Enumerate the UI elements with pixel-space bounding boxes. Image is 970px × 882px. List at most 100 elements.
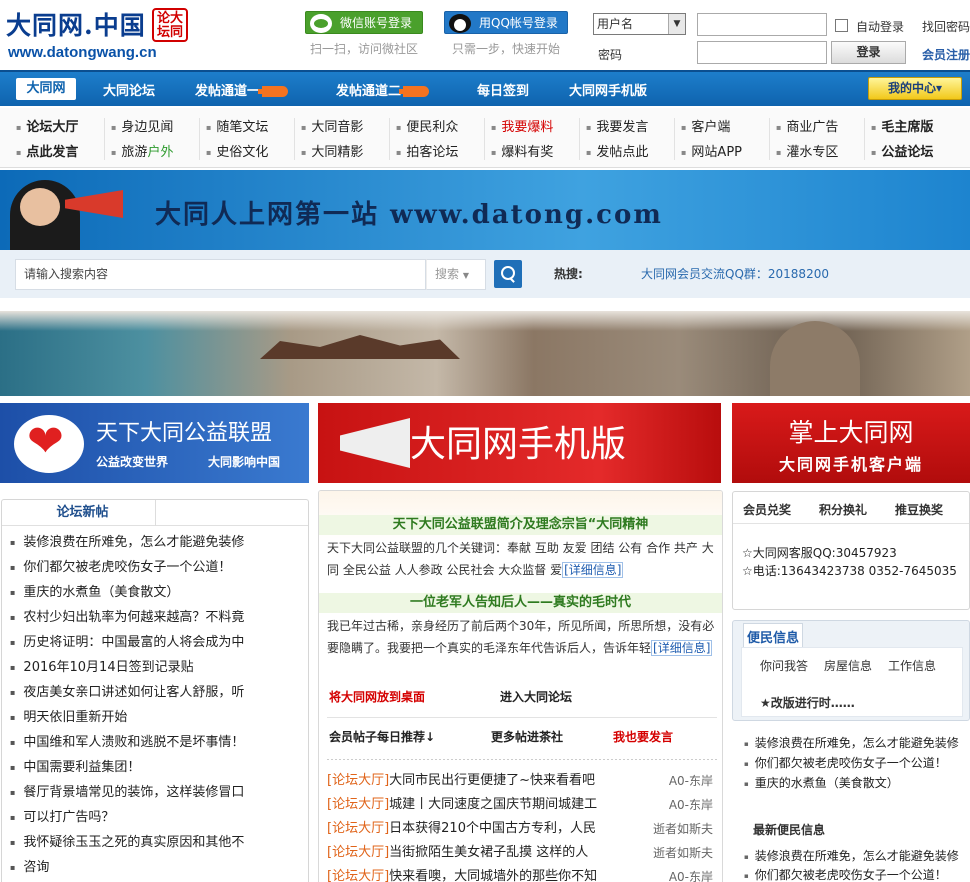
post-tag[interactable]: [论坛大厅] — [327, 773, 389, 788]
list-item[interactable]: 历史将证明：中国最富的人将会成为中 — [10, 630, 300, 655]
submenu-expose[interactable]: 我要爆料 — [491, 116, 553, 135]
nav-item-home[interactable]: 大同网 — [16, 78, 76, 100]
post-title[interactable]: 日本获得210个中国古方专利，人民 — [389, 821, 596, 836]
login-button[interactable]: 登录 — [831, 41, 906, 64]
tab-member-rewards[interactable]: 会员兑奖 — [743, 501, 791, 518]
link-qa[interactable]: 你问我答 — [760, 657, 808, 674]
login-type-select[interactable]: 用户名 ▼ — [593, 13, 686, 35]
tab-bean-exchange[interactable]: 推豆换奖 — [895, 501, 943, 518]
submenu-water[interactable]: 灌水专区 — [776, 141, 838, 160]
list-item[interactable]: 装修浪费在所难免，怎么才能避免装修 — [744, 734, 970, 751]
post-author[interactable]: 逝者如斯夫 — [653, 841, 713, 865]
list-item[interactable]: 重庆的水煮鱼（美食散文） — [10, 580, 300, 605]
post-author[interactable]: A0-东岸 — [669, 865, 713, 882]
submenu-photos[interactable]: 大同精影 — [301, 141, 363, 160]
tab-speak[interactable]: 我也要发言 — [613, 728, 673, 745]
nav-item-forum[interactable]: 大同论坛 — [103, 80, 155, 99]
nav-item-post-channel-2[interactable]: 发帖通道二 — [336, 80, 430, 99]
search-input[interactable]: 请输入搜索内容 — [15, 259, 426, 290]
table-row[interactable]: [论坛大厅]当街掀陌生美女裙子乱摸 这样的人 逝者如斯夫 — [327, 841, 717, 865]
submenu-news[interactable]: 身边见闻 — [111, 116, 173, 135]
list-item[interactable]: 2016年10月14日签到记录贴 — [10, 655, 300, 680]
register-link[interactable]: 会员注册 — [922, 46, 970, 63]
post-author[interactable]: A0-东岸 — [669, 793, 713, 817]
submenu-post-here[interactable]: 点此发言 — [16, 141, 78, 160]
intro-heading-2[interactable]: 一位老军人告知后人——真实的毛时代 — [319, 593, 722, 613]
mobile-client-tile[interactable]: 掌上大同网 大同网手机客户端 — [732, 403, 970, 483]
link-housing[interactable]: 房屋信息 — [824, 657, 872, 674]
list-item[interactable]: 农村少妇出轨率为何越来越高？不料竟 — [10, 605, 300, 630]
wechat-login-button[interactable]: 微信账号登录 — [305, 11, 423, 34]
forgot-password-link[interactable]: 找回密码 — [922, 18, 970, 35]
intro-heading-1[interactable]: 天下大同公益联盟简介及理念宗旨“大同精神 — [319, 515, 722, 535]
submenu-post-click[interactable]: 发帖点此 — [586, 141, 648, 160]
charity-alliance-tile[interactable]: 天下大同公益联盟 公益改变世界 大同影响中国 — [0, 403, 309, 483]
list-item[interactable]: 中国需要利益集团！ — [10, 755, 300, 780]
nav-item-post-channel-1[interactable]: 发帖通道一 — [195, 80, 289, 99]
post-title[interactable]: 当街掀陌生美女裙子乱摸 这样的人 — [389, 845, 588, 860]
submenu-essays[interactable]: 随笔文坛 — [206, 116, 268, 135]
submenu-forum-hall[interactable]: 论坛大厅 — [16, 116, 78, 135]
tab-points-exchange[interactable]: 积分换礼 — [819, 501, 867, 518]
search-type-select[interactable]: 搜索 ▼ — [426, 259, 486, 290]
post-tag[interactable]: [论坛大厅] — [327, 845, 389, 860]
enter-forum-link[interactable]: 进入大同论坛 — [500, 688, 572, 705]
list-item[interactable]: 你们都欠被老虎咬伤女子一个公道！ — [10, 555, 300, 580]
list-item[interactable]: 装修浪费在所难免，怎么才能避免装修 — [10, 530, 300, 555]
search-button[interactable] — [494, 260, 522, 288]
post-title[interactable]: 城建丨大同速度之国庆节期间城建工 — [389, 797, 597, 812]
tab-daily-recommend[interactable]: 会员帖子每日推荐↓ — [329, 728, 435, 745]
post-tag[interactable]: [论坛大厅] — [327, 797, 389, 812]
submenu-travel[interactable]: 旅游户外 — [111, 141, 173, 160]
list-item[interactable]: 餐厅背景墙常见的装饰，这样装修冒口 — [10, 780, 300, 805]
link-jobs[interactable]: 工作信息 — [888, 657, 936, 674]
tab-more-teahouse[interactable]: 更多帖进茶社 — [491, 728, 563, 745]
table-row[interactable]: [论坛大厅]城建丨大同速度之国庆节期间城建工 A0-东岸 — [327, 793, 717, 817]
mobile-version-tile[interactable]: 大同网手机版 — [318, 403, 721, 483]
list-item[interactable]: 咨询 — [10, 855, 300, 880]
more-link[interactable]: [详细信息] — [562, 562, 624, 578]
list-item[interactable]: 你们都欠被老虎咬伤女子一个公道！ — [744, 754, 970, 771]
my-center-button[interactable]: 我的中心▾ — [868, 77, 962, 100]
submenu-speak[interactable]: 我要发言 — [586, 116, 648, 135]
scenic-banner[interactable] — [0, 311, 970, 396]
table-row[interactable]: [论坛大厅]快来看噢，大同城墙外的那些你不知 A0-东岸 — [327, 865, 717, 882]
tab-forum-new[interactable]: 论坛新帖 — [10, 500, 156, 526]
post-title[interactable]: 快来看噢，大同城墙外的那些你不知 — [389, 869, 597, 882]
submenu-photographers[interactable]: 拍客论坛 — [396, 141, 458, 160]
slogan-banner[interactable]: 大同人上网第一站 www.datong.com — [0, 170, 970, 250]
more-link[interactable]: [详细信息] — [651, 640, 713, 656]
list-item[interactable]: 重庆的水煮鱼（美食散文） — [744, 774, 970, 791]
password-input[interactable] — [697, 41, 827, 64]
table-row[interactable]: [论坛大厅]大同市民出行更便捷了~快来看看吧 A0-东岸 — [327, 769, 717, 793]
list-item[interactable]: 中国维和军人溃败和逃脱不是坏事情！ — [10, 730, 300, 755]
submenu-convenience[interactable]: 便民利众 — [396, 116, 458, 135]
username-input[interactable] — [697, 13, 827, 36]
submenu-history[interactable]: 史俗文化 — [206, 141, 268, 160]
site-logo[interactable]: 大同网.中国 论大坛同 www.datongwang.cn — [6, 6, 188, 66]
list-item[interactable]: 可以打广告吗？ — [10, 805, 300, 830]
post-tag[interactable]: [论坛大厅] — [327, 821, 389, 836]
post-author[interactable]: 逝者如斯夫 — [653, 817, 713, 841]
post-author[interactable]: A0-东岸 — [669, 769, 713, 793]
submenu-client[interactable]: 客户端 — [681, 116, 730, 135]
post-title[interactable]: 大同市民出行更便捷了~快来看看吧 — [389, 773, 595, 788]
auto-login-checkbox[interactable] — [835, 19, 848, 32]
qq-login-button[interactable]: 用QQ帐号登录 — [444, 11, 568, 34]
list-item[interactable]: 夜店美女亲口讲述如何让客人舒服，听 — [10, 680, 300, 705]
convenience-title[interactable]: 便民信息 — [743, 623, 804, 649]
list-item[interactable]: 我怀疑徐玉玉之死的真实原因和其他不 — [10, 830, 300, 855]
submenu-expose-reward[interactable]: 爆料有奖 — [491, 141, 553, 160]
add-to-desktop-link[interactable]: 将大同网放到桌面 — [329, 688, 425, 705]
submenu-mao[interactable]: 毛主席版 — [871, 116, 933, 135]
table-row[interactable]: [论坛大厅]日本获得210个中国古方专利，人民 逝者如斯夫 — [327, 817, 717, 841]
nav-item-daily-signin[interactable]: 每日签到 — [477, 80, 529, 99]
submenu-charity[interactable]: 公益论坛 — [871, 141, 933, 160]
hot-search-item[interactable]: 大同网会员交流QQ群：20188200 — [641, 265, 829, 282]
list-item[interactable]: 装修浪费在所难免，怎么才能避免装修 — [744, 847, 970, 864]
list-item[interactable]: 你们都欠被老虎咬伤女子一个公道！ — [744, 866, 970, 882]
nav-item-mobile[interactable]: 大同网手机版 — [569, 80, 647, 99]
submenu-audio-video[interactable]: 大同音影 — [301, 116, 363, 135]
post-tag[interactable]: [论坛大厅] — [327, 869, 389, 882]
submenu-ads[interactable]: 商业广告 — [776, 116, 838, 135]
